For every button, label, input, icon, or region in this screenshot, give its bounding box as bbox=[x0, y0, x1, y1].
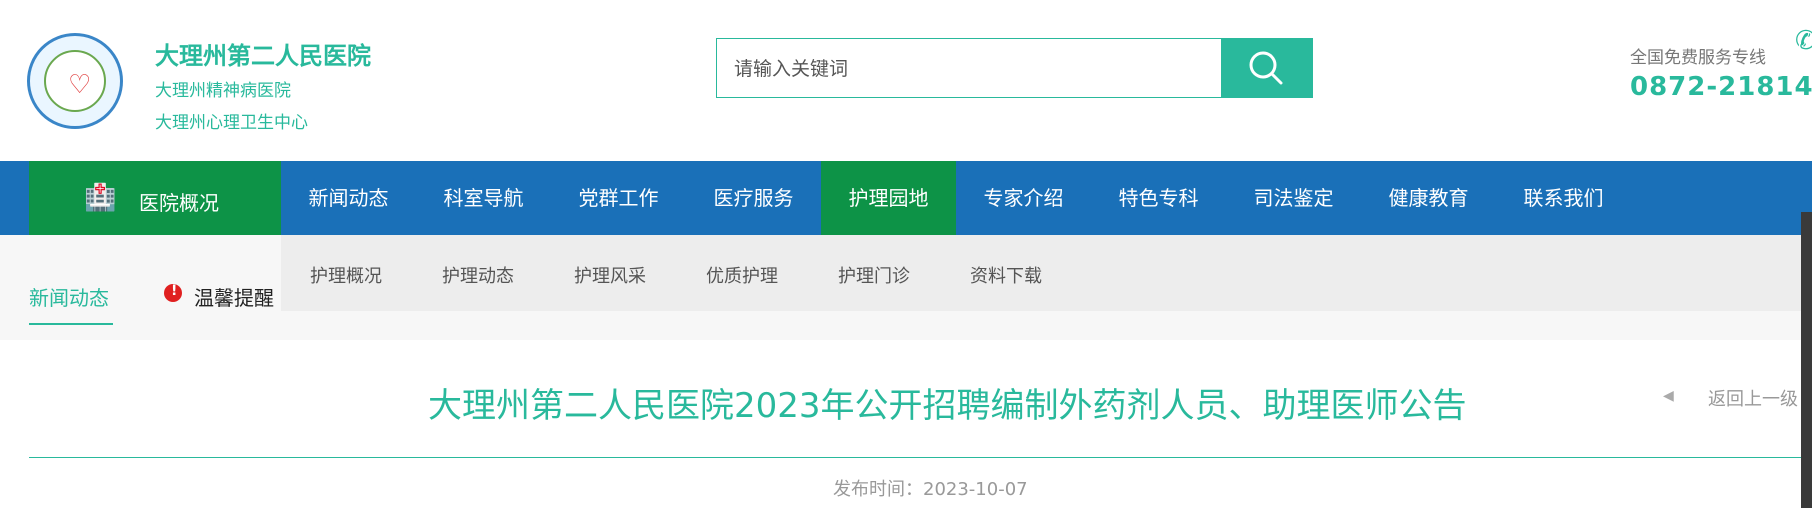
search-placeholder: 请输入关键词 bbox=[734, 58, 849, 80]
logo-emblem: ♡ bbox=[44, 50, 106, 112]
hospital-alt-name-1: 大理州精神病医院 bbox=[155, 81, 291, 101]
publish-date-value: 2023-10-07 bbox=[923, 479, 1028, 500]
article-title: 大理州第二人民医院2023年公开招聘编制外药剂人员、助理医师公告 bbox=[428, 386, 1467, 426]
hotline-label: 全国免费服务专线 bbox=[1630, 48, 1766, 68]
subnav-item-clinic[interactable]: 护理门诊 bbox=[838, 262, 910, 288]
nav-home-label[interactable]: 医院概况 bbox=[139, 187, 219, 216]
search-button[interactable] bbox=[1222, 38, 1313, 98]
nav-item-specialties[interactable]: 特色专科 bbox=[1091, 161, 1226, 235]
alert-label[interactable]: 温馨提醒 bbox=[194, 282, 274, 311]
hospital-building-icon: 🏥 bbox=[84, 183, 117, 213]
nav-item-contact[interactable]: 联系我们 bbox=[1496, 161, 1631, 235]
hotline-phone: 0872-2181449 bbox=[1630, 72, 1812, 102]
heart-icon: ♡ bbox=[68, 70, 92, 100]
back-link[interactable]: 返回上一级 bbox=[1708, 385, 1798, 411]
phone-icon: ✆ bbox=[1795, 26, 1812, 56]
hospital-name[interactable]: 大理州第二人民医院 bbox=[155, 36, 371, 71]
nav-item-nursing[interactable]: 护理园地 bbox=[821, 161, 956, 235]
floating-side-panel[interactable] bbox=[1801, 212, 1812, 508]
site-header: ♡ 大理州第二人民医院 大理州精神病医院 大理州心理卫生中心 请输入关键词 全国… bbox=[0, 0, 1812, 161]
nav-item-medical-services[interactable]: 医疗服务 bbox=[686, 161, 821, 235]
subnav-item-quality-care[interactable]: 优质护理 bbox=[706, 262, 778, 288]
nav-item-health-education[interactable]: 健康教育 bbox=[1361, 161, 1496, 235]
publish-date-label: 发布时间： bbox=[833, 479, 923, 500]
hospital-logo[interactable]: ♡ bbox=[27, 33, 123, 129]
nav-item-forensic[interactable]: 司法鉴定 bbox=[1226, 161, 1361, 235]
hospital-alt-name-2: 大理州心理卫生中心 bbox=[155, 113, 308, 133]
subnav-item-news[interactable]: 护理动态 bbox=[442, 262, 514, 288]
tab-active-underline bbox=[29, 323, 113, 325]
nav-item-news[interactable]: 新闻动态 bbox=[281, 161, 416, 235]
subnav-item-overview[interactable]: 护理概况 bbox=[310, 262, 382, 288]
back-arrow-icon[interactable]: ◀ bbox=[1663, 388, 1674, 404]
subnav-item-downloads[interactable]: 资料下载 bbox=[970, 262, 1042, 288]
nav-item-departments[interactable]: 科室导航 bbox=[416, 161, 551, 235]
title-divider bbox=[29, 457, 1812, 458]
nav-item-party[interactable]: 党群工作 bbox=[551, 161, 686, 235]
subnav-item-style[interactable]: 护理风采 bbox=[574, 262, 646, 288]
publish-date: 发布时间：2023-10-07 bbox=[833, 475, 1028, 501]
search-icon bbox=[1249, 51, 1283, 85]
tab-news[interactable]: 新闻动态 bbox=[29, 282, 109, 311]
exclamation-icon: ! bbox=[171, 283, 178, 299]
nav-item-experts[interactable]: 专家介绍 bbox=[956, 161, 1091, 235]
